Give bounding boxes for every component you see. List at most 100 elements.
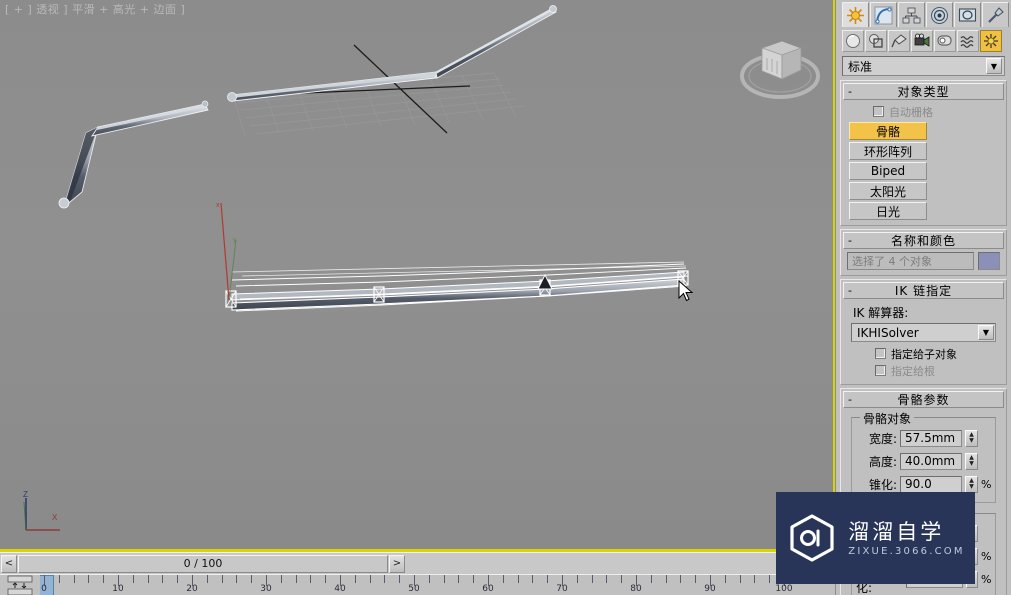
svg-text:Z: Z: [23, 490, 28, 499]
ruler-tick-minor: [695, 575, 697, 583]
ruler-tick-minor: [354, 575, 356, 583]
ruler-tick-minor: [502, 575, 504, 583]
name-color-title: 名称和颜色: [890, 234, 956, 248]
bone-height-spinner[interactable]: ▲ ▼: [965, 452, 978, 470]
assign-to-children-label: 指定给子对象: [891, 347, 957, 361]
ruler-tick-minor: [147, 575, 149, 583]
svg-text:X: X: [52, 513, 58, 522]
object-color-swatch[interactable]: [978, 252, 1000, 270]
utilities-tab[interactable]: [982, 2, 1009, 27]
fin-start-taper-unit: %: [981, 549, 992, 563]
view-cube-icon[interactable]: [738, 26, 822, 104]
ruler-tick-minor: [206, 575, 208, 583]
viewport-canvas[interactable]: x y [ + ] 透视 ] 平滑 + 高光 + 边面 ] Z X: [0, 0, 835, 552]
bone-object-group: 骨骼对象 宽度: 57.5mm ▲ ▼ 高度: 40.0mm ▲ ▼ 锥化: 9…: [851, 410, 996, 503]
perspective-viewport[interactable]: x y [ + ] 透视 ] 平滑 + 高光 + 边面 ] Z X: [0, 0, 835, 552]
collapse-toggle-icon[interactable]: -: [848, 85, 852, 98]
category-dropdown[interactable]: 标准 ▼: [842, 56, 1005, 76]
ruler-tick-minor: [236, 575, 238, 583]
ruler-tick-label: 80: [630, 584, 642, 594]
autogrid-checkbox[interactable]: [873, 106, 884, 117]
bone-width-label: 宽度:: [868, 431, 897, 446]
ruler-tick-minor: [665, 575, 667, 583]
hierarchy-tab[interactable]: [898, 2, 925, 27]
ruler-tick-minor: [399, 575, 401, 583]
timeline-ruler[interactable]: 0 10 20 30 40 50 60 70 80 90 100: [40, 575, 835, 595]
biped-button[interactable]: Biped: [849, 162, 927, 180]
ruler-tick-label: 90: [704, 584, 716, 594]
ruler-tick-minor: [680, 575, 682, 583]
ruler-tick-minor: [177, 575, 179, 583]
ruler-tick-minor: [576, 575, 578, 583]
viewport-active-border-bottom: [0, 549, 835, 552]
shapes-button[interactable]: [865, 30, 887, 52]
motion-tab[interactable]: [926, 2, 953, 27]
ruler-tick-minor: [473, 575, 475, 583]
name-color-body: 选择了 4 个对象: [843, 249, 1004, 273]
open-mini-curve-editor-icon[interactable]: [4, 575, 36, 595]
sunlight-button[interactable]: 太阳光: [849, 182, 927, 200]
bone-height-input[interactable]: 40.0mm: [900, 452, 962, 470]
bone-parameters-header[interactable]: - 骨骼参数: [843, 391, 1004, 408]
daylight-button[interactable]: 日光: [849, 202, 927, 220]
object-type-body: 自动栅格 骨骼 环形阵列 Biped 太阳光 日光: [843, 100, 1004, 223]
ruler-tick-minor: [325, 575, 327, 583]
object-type-rollout: - 对象类型 自动栅格 骨骼 环形阵列 Biped 太阳光 日光: [840, 80, 1007, 226]
ruler-tick-minor: [532, 575, 534, 583]
watermark-text: 溜溜自学 ZIXUE.3066.COM: [848, 520, 964, 557]
helpers-button[interactable]: [934, 30, 956, 52]
shapes-icon: [869, 34, 883, 48]
viewport-active-border-right: [833, 0, 835, 552]
ruler-tick-minor: [650, 575, 652, 583]
bones-button[interactable]: 骨骼: [849, 122, 927, 140]
create-tab[interactable]: [842, 2, 869, 27]
ruler-tick-label: 0: [41, 584, 47, 594]
prev-frame-button[interactable]: <: [1, 554, 17, 573]
trackbar-row: 0 10 20 30 40 50 60 70 80 90 100: [0, 574, 835, 595]
systems-button[interactable]: [980, 30, 1002, 52]
display-tab[interactable]: [954, 2, 981, 27]
play-logo-icon: [790, 514, 834, 562]
ruler-tick-minor: [739, 575, 741, 583]
object-name-input[interactable]: 选择了 4 个对象: [847, 252, 974, 270]
cameras-button[interactable]: [911, 30, 933, 52]
collapse-toggle-icon[interactable]: -: [848, 284, 852, 297]
ik-chain-header[interactable]: - IK 链指定: [843, 282, 1004, 299]
name-color-header[interactable]: - 名称和颜色: [843, 232, 1004, 249]
chevron-down-icon[interactable]: ▼: [986, 58, 1002, 74]
bone-width-input[interactable]: 57.5mm: [900, 429, 962, 447]
lights-button[interactable]: [888, 30, 910, 52]
ruler-tick-minor: [754, 575, 756, 583]
chevron-down-icon[interactable]: ▼: [978, 325, 994, 340]
ik-solver-label: IK 解算器:: [853, 306, 909, 320]
assign-to-root-label: 指定给根: [891, 364, 935, 378]
bone-taper-spinner[interactable]: ▲ ▼: [965, 475, 978, 493]
assign-to-children-checkbox[interactable]: [875, 348, 886, 359]
collapse-toggle-icon[interactable]: -: [848, 393, 852, 406]
ik-solver-dropdown[interactable]: IKHISolver ▼: [851, 323, 996, 342]
object-type-header[interactable]: - 对象类型: [843, 83, 1004, 100]
ruler-tick-label: 60: [482, 584, 494, 594]
bone-taper-unit: %: [981, 477, 992, 491]
geometry-button[interactable]: [842, 30, 864, 52]
ruler-tick-minor: [443, 575, 445, 583]
watermark-overlay: 溜溜自学 ZIXUE.3066.COM: [776, 492, 975, 584]
ruler-tick-minor: [295, 575, 297, 583]
space-warps-button[interactable]: [957, 30, 979, 52]
time-field-row: < 0 / 100 >: [0, 552, 835, 574]
bone-taper-input[interactable]: 90.0: [900, 475, 962, 493]
collapse-toggle-icon[interactable]: -: [848, 234, 852, 247]
hierarchy-icon: [902, 7, 921, 23]
assign-to-children-row[interactable]: 指定给子对象: [845, 345, 1002, 362]
ruler-tick-label: 20: [186, 584, 198, 594]
ruler-tick-minor: [621, 575, 623, 583]
ruler-tick-minor: [769, 575, 771, 583]
current-frame-field[interactable]: 0 / 100: [18, 554, 388, 573]
watermark-title: 溜溜自学: [848, 519, 945, 544]
modify-tab[interactable]: [870, 2, 897, 27]
world-axis-tripod: Z X: [23, 490, 60, 531]
bone-width-spinner[interactable]: ▲ ▼: [965, 429, 978, 447]
ring-array-button[interactable]: 环形阵列: [849, 142, 927, 160]
next-frame-button[interactable]: >: [389, 554, 405, 573]
autogrid-row[interactable]: 自动栅格: [845, 103, 1002, 120]
